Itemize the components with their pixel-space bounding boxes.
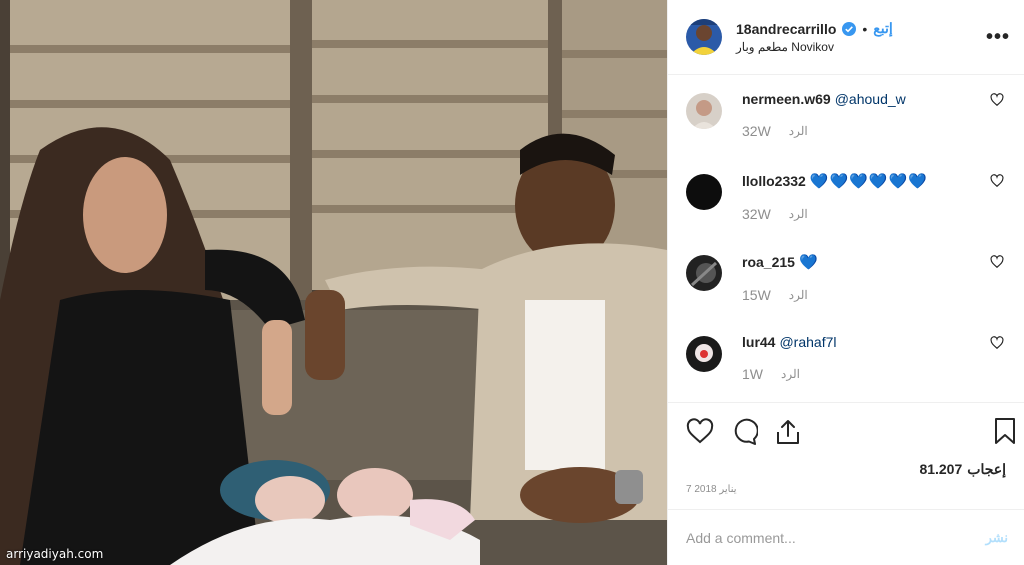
share-upload-icon[interactable] <box>774 418 802 446</box>
comment-hearts-emoji: 💙 <box>798 254 819 271</box>
comment-hearts-emoji: 💙💙💙💙💙💙 <box>809 173 928 190</box>
comment-username[interactable]: lur44 <box>742 334 775 350</box>
comment-time[interactable]: 32W <box>742 123 771 139</box>
comment-body: llollo2332 💙💙💙💙💙💙 32W الرد <box>742 172 928 237</box>
comment-body: lur44 @rahaf7l 1W الرد <box>742 334 837 399</box>
commenter-avatar[interactable] <box>686 255 722 291</box>
comment-item: nermeen.w69 @ahoud_w 32W الرد <box>668 75 1024 156</box>
commenter-avatar-image <box>686 174 722 210</box>
comment-time[interactable]: 32W <box>742 206 771 222</box>
comment-line: llollo2332 💙💙💙💙💙💙 <box>742 172 928 190</box>
comment-body: nermeen.w69 @ahoud_w 32W الرد <box>742 91 906 156</box>
instagram-post-view: arriyadiyah.com 18andrecarrillo • إتبع م… <box>0 0 1024 565</box>
comment-reply-button[interactable]: الرد <box>781 367 800 381</box>
author-username[interactable]: 18andrecarrillo <box>736 21 836 37</box>
likes-number: 81.207 <box>919 461 963 477</box>
comment-username[interactable]: roa_215 <box>742 254 795 270</box>
follow-button[interactable]: إتبع <box>873 20 892 37</box>
more-options-icon[interactable]: ••• <box>986 26 1010 49</box>
comment-username[interactable]: llollo2332 <box>742 173 806 189</box>
comment-item: llollo2332 💙💙💙💙💙💙 32W الرد <box>668 156 1024 237</box>
post-details-panel: 18andrecarrillo • إتبع مطعم وبار Novikov… <box>667 0 1024 565</box>
commenter-avatar[interactable] <box>686 336 722 372</box>
post-comment-button[interactable]: نشر <box>986 530 1008 546</box>
comment-like-heart-icon[interactable] <box>990 336 1004 350</box>
comments-list[interactable]: nermeen.w69 @ahoud_w 32W الرد llollo2332… <box>668 75 1024 403</box>
comment-like-heart-icon[interactable] <box>990 93 1004 107</box>
comment-reply-button[interactable]: الرد <box>789 207 808 221</box>
post-date[interactable]: 7 يناير 2018 <box>668 478 1024 495</box>
comment-bubble-icon[interactable] <box>730 418 758 446</box>
comment-meta: 15W الرد <box>742 287 819 303</box>
likes-label: إعجاب <box>967 461 1006 477</box>
add-comment-section: نشر <box>668 509 1024 565</box>
comment-item: roa_215 💙 15W الرد <box>668 237 1024 318</box>
comment-like-heart-icon[interactable] <box>990 174 1004 188</box>
commenter-avatar-image <box>686 93 722 129</box>
verified-badge-icon <box>842 21 857 36</box>
author-avatar-image <box>686 19 722 55</box>
comment-mention[interactable]: @ahoud_w <box>835 91 906 107</box>
post-photo[interactable]: arriyadiyah.com <box>0 0 667 565</box>
comment-meta: 32W الرد <box>742 123 906 139</box>
watermark-text: arriyadiyah.com <box>6 547 104 561</box>
like-heart-icon[interactable] <box>686 418 714 446</box>
comment-reply-button[interactable]: الرد <box>789 288 808 302</box>
add-comment-input[interactable] <box>686 529 986 546</box>
photo-illustration <box>0 0 667 565</box>
comment-like-heart-icon[interactable] <box>990 255 1004 269</box>
save-bookmark-icon[interactable] <box>992 417 1018 445</box>
comment-time[interactable]: 15W <box>742 287 771 303</box>
header-separator: • <box>862 20 868 37</box>
post-actions-bar <box>668 403 1024 461</box>
header-text: 18andrecarrillo • إتبع مطعم وبار Novikov <box>736 20 893 54</box>
post-location[interactable]: مطعم وبار Novikov <box>736 40 893 54</box>
likes-count[interactable]: إعجاب 81.207 <box>668 461 1024 478</box>
commenter-avatar[interactable] <box>686 174 722 210</box>
commenter-avatar[interactable] <box>686 93 722 129</box>
comment-mention[interactable]: @rahaf7l <box>779 334 836 350</box>
comment-username[interactable]: nermeen.w69 <box>742 91 831 107</box>
comment-body: roa_215 💙 15W الرد <box>742 253 819 318</box>
comment-line: lur44 @rahaf7l <box>742 334 837 350</box>
comment-meta: 32W الرد <box>742 206 928 222</box>
comment-line: nermeen.w69 @ahoud_w <box>742 91 906 107</box>
commenter-avatar-image <box>686 255 722 291</box>
comment-time[interactable]: 1W <box>742 366 763 382</box>
comment-reply-button[interactable]: الرد <box>789 124 808 138</box>
header-line: 18andrecarrillo • إتبع <box>736 20 893 37</box>
post-header: 18andrecarrillo • إتبع مطعم وبار Novikov… <box>668 0 1024 75</box>
commenter-avatar-image <box>686 336 722 372</box>
comment-meta: 1W الرد <box>742 366 837 382</box>
comment-item: lur44 @rahaf7l 1W الرد <box>668 318 1024 399</box>
author-avatar[interactable] <box>686 19 722 55</box>
comment-line: roa_215 💙 <box>742 253 819 271</box>
